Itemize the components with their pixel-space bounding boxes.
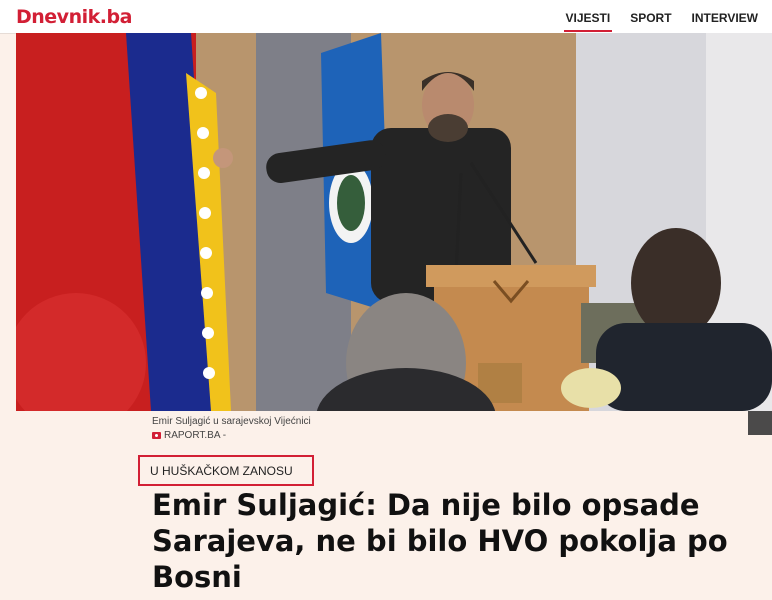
site-logo[interactable]: Dnevnik.ba [16,6,132,28]
top-navigation-bar: Dnevnik.ba VIJESTI SPORT INTERVIEW [0,0,772,34]
image-credit-text: RAPORT.BA - [164,430,227,441]
photo-edge [748,411,772,435]
nav-item-vijesti[interactable]: VIJESTI [556,0,621,33]
article-headline: Emir Suljagić: Da nije bilo opsade Saraj… [152,488,728,594]
nav-item-sport[interactable]: SPORT [620,0,681,33]
camera-icon [152,432,161,439]
image-credit: RAPORT.BA - [152,430,226,441]
article-hero-image [16,33,772,411]
image-caption: Emir Suljagić u sarajevskoj Vijećnici [152,416,311,427]
main-nav: VIJESTI SPORT INTERVIEW [556,0,768,33]
category-tag-label: U HUŠKAČKOM ZANOSU [150,463,293,478]
category-tag[interactable]: U HUŠKAČKOM ZANOSU [138,455,314,486]
nav-item-interview[interactable]: INTERVIEW [682,0,768,33]
hero-photo-illustration [16,33,772,411]
